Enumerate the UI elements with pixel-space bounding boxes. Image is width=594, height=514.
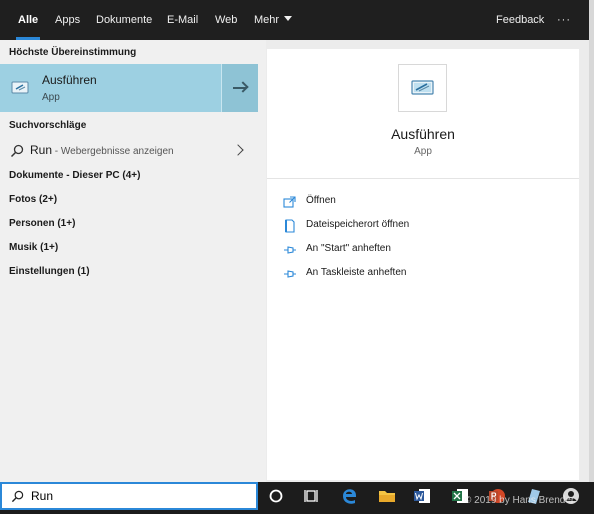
action-open-file-location[interactable]: Dateispeicherort öffnen [283, 217, 563, 235]
run-app-icon-large [411, 80, 434, 95]
search-icon [11, 490, 24, 503]
taskbar: Run © 2019 by Hans Brender [0, 482, 594, 514]
run-app-icon [11, 81, 29, 94]
action-pin-to-taskbar[interactable]: An Taskleiste anheften [283, 265, 563, 283]
cortana-icon[interactable] [266, 486, 286, 506]
word-icon[interactable] [412, 486, 432, 506]
suggestions-heading: Suchvorschläge [9, 120, 87, 131]
pin-icon [284, 270, 296, 278]
best-match-title: Ausführen [42, 73, 97, 87]
taskbar-search-box[interactable]: Run [0, 482, 258, 510]
window-edge-shadow [589, 0, 594, 482]
search-input-value: Run [31, 489, 54, 503]
category-settings[interactable]: Einstellungen (1) [9, 266, 90, 277]
feedback-button[interactable]: Feedback [496, 0, 544, 40]
show-details-button[interactable] [221, 64, 258, 112]
action-open-label: Öffnen [306, 195, 336, 206]
app-icon-tile [398, 64, 447, 112]
preview-card: Ausführen App Öffnen Dateispeicherort öf… [267, 49, 579, 480]
task-view-icon[interactable] [302, 486, 322, 506]
category-music[interactable]: Musik (1+) [9, 242, 58, 253]
category-documents[interactable]: Dokumente - Dieser PC (4+) [9, 170, 140, 181]
tab-documents[interactable]: Dokumente [96, 0, 152, 40]
more-options-button[interactable]: ··· [557, 0, 571, 40]
tab-web[interactable]: Web [215, 0, 237, 40]
tab-email[interactable]: E-Mail [167, 0, 198, 40]
category-photos[interactable]: Fotos (2+) [9, 194, 57, 205]
edge-browser-icon[interactable] [340, 486, 360, 506]
pin-icon [284, 246, 296, 254]
category-people[interactable]: Personen (1+) [9, 218, 75, 229]
tab-more[interactable]: Mehr [254, 0, 293, 40]
detail-subtitle: App [414, 146, 432, 157]
search-icon [10, 144, 24, 158]
divider [267, 178, 579, 179]
action-pin-to-start-label: An "Start" anheften [306, 243, 391, 254]
file-explorer-icon[interactable] [377, 486, 397, 506]
action-pin-to-start[interactable]: An "Start" anheften [283, 241, 563, 259]
detail-title: Ausführen [391, 126, 455, 142]
search-filter-tabs: Alle Apps Dokumente E-Mail Web Mehr Feed… [0, 0, 589, 40]
action-open-file-location-label: Dateispeicherort öffnen [306, 219, 410, 230]
file-location-icon [285, 219, 295, 233]
action-open[interactable]: Öffnen [283, 193, 563, 211]
best-match-item: Ausführen App [0, 64, 258, 112]
tab-all[interactable]: Alle [15, 0, 41, 40]
suggestion-suffix: - Webergebnisse anzeigen [52, 146, 174, 157]
tab-more-label: Mehr [254, 14, 280, 26]
suggestion-query: Run [30, 143, 53, 157]
chevron-right-icon [232, 144, 244, 156]
best-match-heading: Höchste Übereinstimmung [9, 47, 137, 58]
tab-apps[interactable]: Apps [55, 0, 80, 40]
best-match-open[interactable]: Ausführen App [0, 64, 221, 112]
chevron-down-icon [284, 16, 293, 21]
results-pane: Höchste Übereinstimmung Ausführen App Su… [0, 40, 266, 482]
action-pin-to-taskbar-label: An Taskleiste anheften [306, 267, 407, 278]
copyright-watermark: © 2019 by Hans Brender [464, 495, 575, 506]
web-suggestion-item[interactable]: Run - Webergebnisse anzeigen [0, 140, 258, 164]
best-match-subtitle: App [42, 92, 60, 103]
suggestion-text: Run - Webergebnisse anzeigen [30, 143, 174, 157]
arrow-right-icon-head [237, 81, 249, 93]
open-icon [283, 196, 296, 208]
